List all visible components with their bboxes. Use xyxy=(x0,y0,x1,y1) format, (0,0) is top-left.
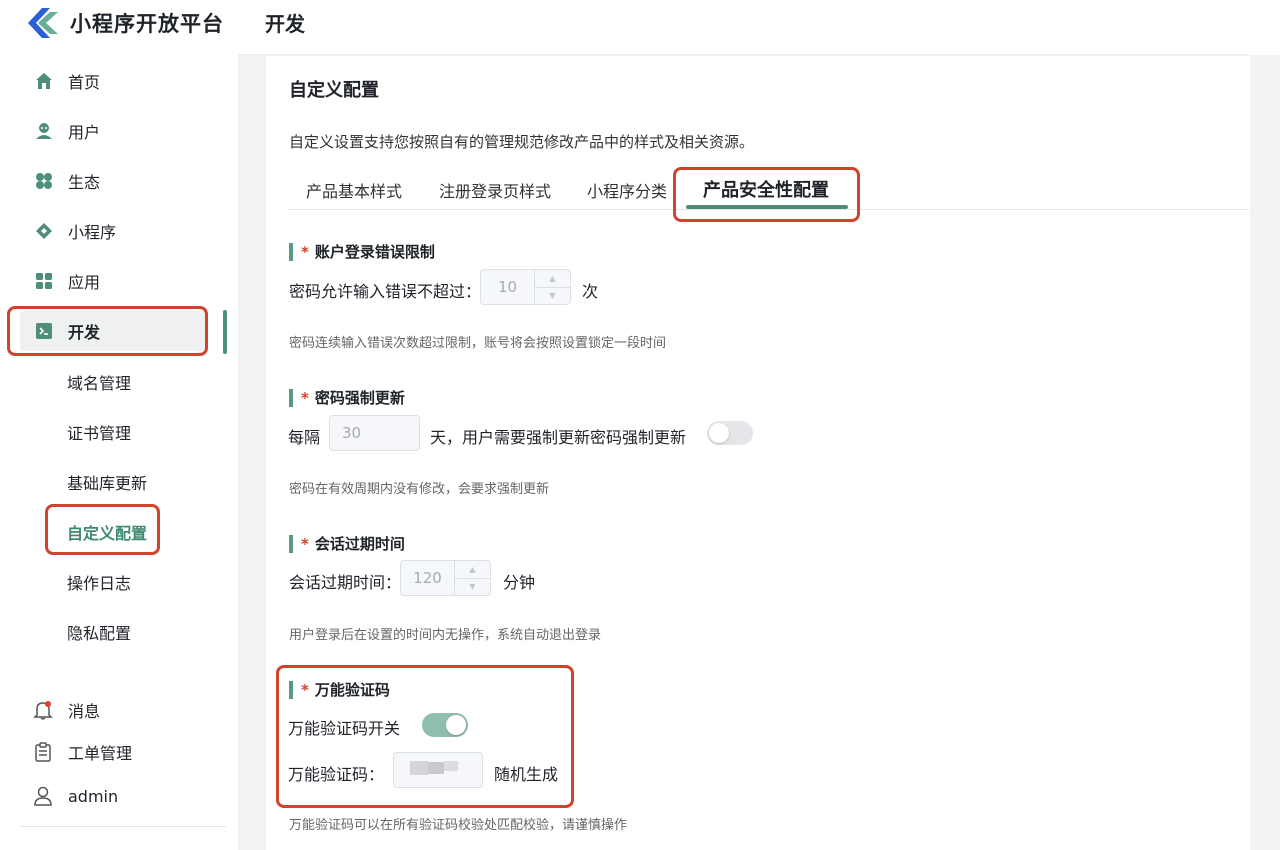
login-limit-stepper[interactable]: 10 ▲ ▼ xyxy=(480,269,571,305)
sidebar-item-label: 消息 xyxy=(68,702,101,721)
section-login-limit-title: * 账户登录错误限制 xyxy=(289,241,435,262)
sidebar-item-label: 生态 xyxy=(68,173,101,192)
password-update-hint: 密码在有效周期内没有修改，会要求强制更新 xyxy=(289,482,550,497)
sidebar-active-indicator xyxy=(223,310,227,354)
sidebar-item-label: 工单管理 xyxy=(68,744,133,763)
stepper-down-icon[interactable]: ▼ xyxy=(535,288,570,305)
user-icon xyxy=(34,121,54,141)
sidebar-item-miniprogram[interactable]: 小程序 xyxy=(20,211,208,251)
password-update-days-input[interactable]: 30 xyxy=(329,415,420,451)
sidebar-subitem-baselib[interactable]: 基础库更新 xyxy=(67,467,147,497)
section-accent-bar xyxy=(289,534,293,553)
stepper-up-icon[interactable]: ▲ xyxy=(535,270,570,288)
tabs-divider xyxy=(289,209,1249,210)
required-mark: * xyxy=(301,388,309,407)
sidebar-item-messages[interactable]: 消息 xyxy=(32,696,100,724)
clipboard-icon xyxy=(32,741,54,763)
section-universal-code-title: * 万能验证码 xyxy=(289,679,390,700)
section-password-update-title: * 密码强制更新 xyxy=(289,387,405,408)
ecosystem-icon xyxy=(34,171,54,191)
universal-code-hint: 万能验证码可以在所有验证码校验处匹配校验，请谨慎操作 xyxy=(289,818,628,833)
universal-code-input[interactable] xyxy=(393,752,483,788)
session-expire-value[interactable]: 120 xyxy=(401,569,454,587)
page-description: 自定义设置支持您按照自有的管理规范修改产品中的样式及相关资源。 xyxy=(289,133,755,151)
required-mark: * xyxy=(301,680,309,699)
sidebar-item-ecosystem[interactable]: 生态 xyxy=(20,161,208,201)
sidebar-subitem-privacy[interactable]: 隐私配置 xyxy=(67,617,131,647)
password-update-switch[interactable] xyxy=(707,421,753,445)
app-logo[interactable]: 小程序开放平台 xyxy=(24,6,224,40)
sidebar-item-develop[interactable]: 开发 xyxy=(20,311,208,351)
tab-security-config[interactable]: 产品安全性配置 xyxy=(703,176,829,202)
random-generate-link[interactable]: 随机生成 xyxy=(494,761,558,785)
login-limit-value[interactable]: 10 xyxy=(481,278,534,296)
universal-code-label: 万能验证码： xyxy=(288,765,385,784)
home-icon xyxy=(34,71,54,91)
grid-icon xyxy=(34,271,54,291)
masked-code-block xyxy=(410,761,428,775)
logo-mark-icon xyxy=(24,6,64,40)
header-divider xyxy=(238,54,1248,55)
universal-code-switch-label: 万能验证码开关 xyxy=(288,719,401,738)
tab-miniprogram-category[interactable]: 小程序分类 xyxy=(587,178,667,202)
sidebar-subitem-domain[interactable]: 域名管理 xyxy=(67,367,131,397)
page-header-title: 开发 xyxy=(265,12,305,36)
sidebar-item-tickets[interactable]: 工单管理 xyxy=(32,738,132,766)
section-accent-bar xyxy=(289,680,293,699)
section-accent-bar xyxy=(289,242,293,261)
sidebar-item-label: admin xyxy=(68,786,119,806)
person-icon xyxy=(32,785,54,807)
sidebar-subitem-custom-config[interactable]: 自定义配置 xyxy=(67,517,147,547)
sidebar-subitem-certificate[interactable]: 证书管理 xyxy=(67,417,131,447)
sidebar-subitem-oplog[interactable]: 操作日志 xyxy=(67,567,131,597)
masked-code-block xyxy=(444,761,458,771)
session-expire-stepper[interactable]: 120 ▲ ▼ xyxy=(400,560,491,596)
login-limit-unit: 次 xyxy=(582,282,599,301)
login-limit-label: 密码允许输入错误不超过： xyxy=(289,282,482,301)
app-title: 小程序开放平台 xyxy=(70,12,224,36)
sidebar-bottom-divider xyxy=(20,826,226,827)
bell-icon xyxy=(32,699,54,721)
required-mark: * xyxy=(301,534,309,553)
universal-code-switch[interactable] xyxy=(422,713,468,737)
switch-knob xyxy=(446,715,466,735)
sidebar-item-user[interactable]: 用户 xyxy=(20,111,208,151)
tab-basic-style[interactable]: 产品基本样式 xyxy=(306,178,402,202)
sidebar-item-home[interactable]: 首页 xyxy=(20,61,208,101)
stepper-up-icon[interactable]: ▲ xyxy=(455,561,490,579)
terminal-icon xyxy=(34,321,54,341)
sidebar-item-label: 首页 xyxy=(68,73,101,92)
switch-knob xyxy=(709,423,729,443)
masked-code-block xyxy=(428,762,444,774)
sidebar-item-label: 小程序 xyxy=(68,223,117,242)
diamond-icon xyxy=(34,221,54,241)
session-expire-unit: 分钟 xyxy=(503,573,536,592)
sidebar: 小程序开放平台 首页 用户 生态 小程序 应用 开发 域名管理 证书管理 基础库… xyxy=(0,0,238,850)
section-session-expire-title: * 会话过期时间 xyxy=(289,533,405,554)
page-title: 自定义配置 xyxy=(289,80,379,101)
password-update-suffix: 天，用户需要强制更新密码强制更新 xyxy=(430,428,687,447)
sidebar-item-label: 开发 xyxy=(68,323,101,342)
login-limit-hint: 密码连续输入错误次数超过限制，账号将会按照设置锁定一段时间 xyxy=(289,336,667,351)
required-mark: * xyxy=(301,242,309,261)
sidebar-item-label: 应用 xyxy=(68,273,101,292)
sidebar-item-account[interactable]: admin xyxy=(32,782,118,810)
session-expire-hint: 用户登录后在设置的时间内无操作，系统自动退出登录 xyxy=(289,628,602,643)
session-expire-label: 会话过期时间： xyxy=(289,573,402,592)
sidebar-item-label: 用户 xyxy=(68,123,101,142)
password-update-prefix: 每隔 xyxy=(288,428,321,447)
section-accent-bar xyxy=(289,388,293,407)
stepper-down-icon[interactable]: ▼ xyxy=(455,579,490,596)
sidebar-item-apps[interactable]: 应用 xyxy=(20,261,208,301)
tab-login-page-style[interactable]: 注册登录页样式 xyxy=(439,178,551,202)
